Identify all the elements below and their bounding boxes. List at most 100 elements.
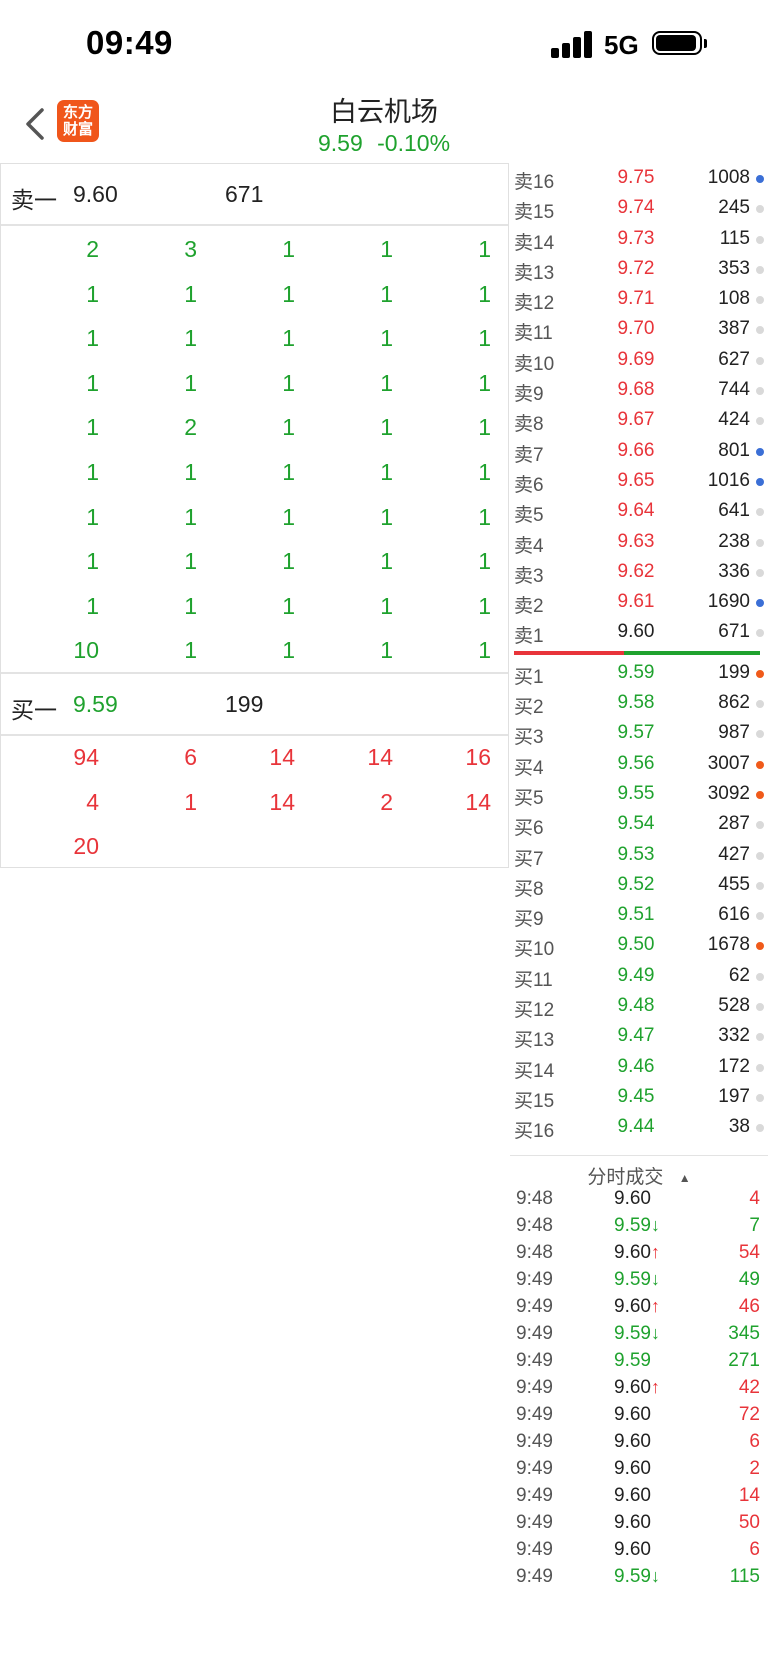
trade-volume: 271: [728, 1350, 760, 1371]
bid-level-row[interactable]: 买13 9.47 332: [510, 1021, 768, 1051]
ask-level-row[interactable]: 卖10 9.69 627: [510, 345, 768, 375]
level-volume: 197: [718, 1085, 750, 1107]
level-volume: 1690: [707, 591, 750, 613]
queue-cell: 1: [478, 325, 491, 352]
level-label: 卖2: [514, 596, 544, 618]
queue-row: 94 6 14 14 16: [1, 734, 508, 779]
queue-cell: 1: [380, 280, 393, 307]
ask-level-row[interactable]: 卖12 9.71 108: [510, 284, 768, 314]
indicator-dot-icon: [756, 417, 764, 426]
arrow-down-icon: ↓: [650, 1566, 660, 1586]
trade-volume: 54: [738, 1242, 760, 1263]
level-volume: 353: [718, 257, 750, 279]
trades-header[interactable]: 分时成交 ▲: [510, 1156, 768, 1188]
bid-level-row[interactable]: 买15 9.45 197: [510, 1082, 768, 1112]
indicator-dot-icon: [756, 821, 764, 830]
bid-level-row[interactable]: 买16 9.44 38: [510, 1112, 768, 1142]
level-volume: 455: [718, 873, 750, 895]
queue-cell: 2: [86, 236, 99, 262]
level-price: 9.68: [617, 379, 655, 401]
level-price: 9.52: [617, 873, 655, 895]
bid-level-row[interactable]: 买6 9.54 287: [510, 809, 768, 839]
queue-cell: 1: [380, 548, 393, 575]
level-volume: 627: [718, 348, 750, 370]
ask-level-row[interactable]: 卖6 9.65 1016: [510, 466, 768, 496]
indicator-dot-icon: [756, 1124, 764, 1133]
ask-level-row[interactable]: 卖7 9.66 801: [510, 436, 768, 466]
indicator-dot-icon: [756, 568, 764, 577]
ask-level-row[interactable]: 卖2 9.61 1690: [510, 587, 768, 617]
indicator-dot-icon: [756, 700, 764, 709]
bid-level-row[interactable]: 买5 9.55 3092: [510, 779, 768, 809]
queue-cell: 1: [478, 503, 491, 530]
ask-level-row[interactable]: 卖15 9.74 245: [510, 193, 768, 223]
bid-level-row[interactable]: 买11 9.49 62: [510, 961, 768, 991]
bid-level-row[interactable]: 买8 9.52 455: [510, 870, 768, 900]
ask-level-row[interactable]: 卖16 9.75 1008: [510, 163, 768, 193]
ask-level-row[interactable]: 卖13 9.72 353: [510, 254, 768, 284]
trade-volume: 14: [738, 1485, 760, 1506]
ask-level-row[interactable]: 卖5 9.64 641: [510, 496, 768, 526]
ask-level-row[interactable]: 卖3 9.62 336: [510, 557, 768, 587]
trade-price-value: 9.60: [614, 1242, 651, 1263]
level-price: 9.65: [617, 469, 655, 491]
ask-level-row[interactable]: 卖4 9.63 238: [510, 527, 768, 557]
queue-cell: 14: [465, 788, 491, 815]
ask-level-row[interactable]: 卖14 9.73 115: [510, 224, 768, 254]
level-price: 9.71: [617, 288, 655, 310]
bid-level-row[interactable]: 买14 9.46 172: [510, 1052, 768, 1082]
bid-level-row[interactable]: 买9 9.51 616: [510, 900, 768, 930]
trade-price: 9.59↓: [614, 1323, 660, 1345]
network-type: 5G: [604, 30, 639, 60]
queue-row: 1 1 1 1 1: [1, 271, 508, 316]
status-bar: 09:49 5G: [0, 0, 768, 90]
level-price: 9.75: [617, 167, 655, 188]
indicator-dot-icon: [756, 942, 764, 951]
queue-cell: 1: [184, 637, 197, 664]
level-volume: 238: [718, 530, 750, 552]
bid-level-row[interactable]: 买10 9.50 1678: [510, 930, 768, 960]
order-book[interactable]: 卖16 9.75 1008 卖15 9.74 245 卖14 9.73 115 卖13 9.72 35…: [510, 163, 768, 1143]
sell-best-volume: 671: [225, 181, 264, 207]
bid-level-row[interactable]: 买3 9.57 987: [510, 718, 768, 748]
trade-price: 9.60: [614, 1188, 651, 1210]
queue-cell: 1: [282, 548, 295, 575]
level-price: 9.48: [617, 995, 655, 1017]
queue-row: 1 1 1 1 1: [1, 494, 508, 539]
level-label: 卖7: [514, 444, 544, 466]
bid-level-row[interactable]: 买7 9.53 427: [510, 840, 768, 870]
ask-level-row[interactable]: 卖11 9.70 387: [510, 314, 768, 344]
level-label: 卖4: [514, 535, 544, 557]
ask-level-row[interactable]: 卖1 9.60 671: [510, 617, 768, 647]
level-label: 卖12: [514, 293, 555, 315]
trade-time: 9:49: [516, 1485, 553, 1506]
ask-level-row[interactable]: 卖9 9.68 744: [510, 375, 768, 405]
buy-best-row: 买一 9.59 199: [1, 672, 508, 736]
bid-level-row[interactable]: 买2 9.58 862: [510, 688, 768, 718]
bid-level-row[interactable]: 买4 9.56 3007: [510, 749, 768, 779]
trade-volume: 2: [749, 1458, 760, 1479]
level-volume: 115: [719, 227, 750, 249]
sell-best-price: 9.60: [73, 181, 118, 207]
queue-cell: 1: [380, 503, 393, 530]
level-volume: 172: [718, 1055, 750, 1077]
trade-volume: 72: [738, 1404, 760, 1425]
indicator-dot-icon: [756, 1003, 764, 1012]
trade-volume: 7: [749, 1215, 760, 1236]
trades-header-label: 分时成交: [587, 1167, 664, 1188]
ask-level-row[interactable]: 卖8 9.67 424: [510, 405, 768, 435]
queue-cell: 1: [184, 369, 197, 396]
level-label: 卖13: [514, 262, 555, 284]
buy-ratio-segment: [624, 650, 760, 655]
indicator-dot-icon: [756, 730, 764, 739]
bid-level-row[interactable]: 买12 9.48 528: [510, 991, 768, 1021]
buy-best-price: 9.59: [73, 691, 118, 717]
level-price: 9.73: [617, 227, 655, 249]
queue-cell: 1: [282, 637, 295, 664]
level-label: 买9: [514, 909, 544, 931]
buy-sell-ratio-bar: [510, 648, 768, 658]
queue-cell: 1: [478, 280, 491, 307]
bid-level-row[interactable]: 买1 9.59 199: [510, 658, 768, 688]
level-label: 买11: [514, 969, 553, 991]
trade-price-value: 9.60: [614, 1512, 651, 1533]
